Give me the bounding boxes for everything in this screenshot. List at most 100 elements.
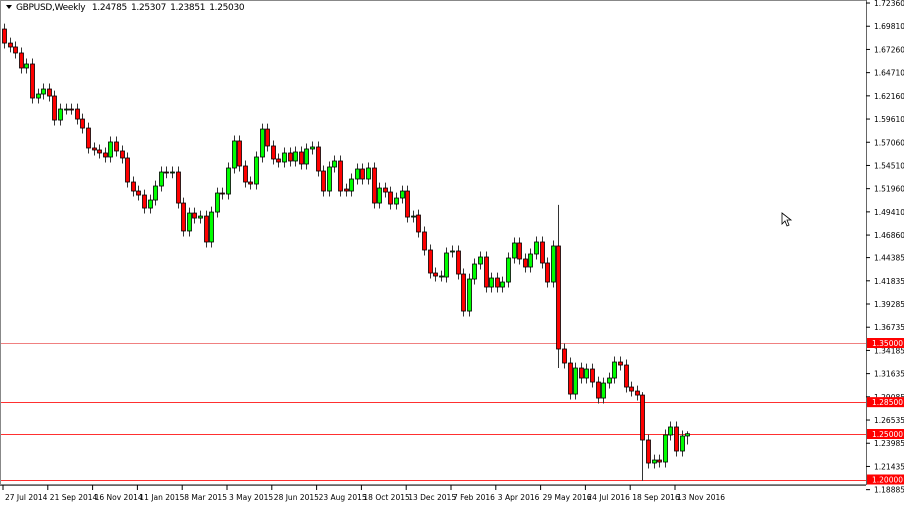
bull-candle-body: [652, 459, 657, 464]
dropdown-triangle-icon[interactable]: [6, 5, 12, 9]
bull-candle-body: [551, 245, 556, 283]
bear-candle-body: [495, 277, 500, 288]
bear-candle-body: [674, 426, 679, 452]
bear-candle-body: [47, 88, 52, 97]
time-tick-label: 11 Jan 2015: [139, 493, 184, 502]
candle: [316, 141, 321, 177]
bull-candle-body: [349, 178, 354, 192]
bear-candle-body: [657, 459, 662, 463]
candle: [125, 152, 130, 188]
time-tick-label: 18 Sep 2016: [632, 493, 680, 502]
ohlc-high: 1.25307: [130, 3, 167, 13]
time-tick-label: 21 Sep 2014: [50, 493, 98, 502]
bear-candle-body: [405, 190, 410, 218]
bull-candle-body: [450, 250, 455, 253]
bull-candle-body: [534, 241, 539, 255]
candlestick-chart[interactable]: 1.72360 1.69810 1.67260 1.64710 1.62160 1.596…: [0, 0, 904, 508]
price-tick-label: 1.46860: [874, 231, 904, 240]
bull-candle-body: [304, 148, 309, 165]
bull-candle-body: [282, 152, 287, 163]
bear-candle-body: [545, 262, 550, 283]
bull-candle-body: [394, 197, 399, 205]
bear-candle-body: [204, 215, 209, 243]
candle: [674, 421, 679, 457]
bull-candle-body: [489, 277, 494, 288]
price-tick-label: 1.64710: [874, 69, 904, 78]
bull-candle-body: [472, 263, 477, 280]
bull-candle-body: [439, 275, 444, 278]
time-tick-label: 27 Jul 2014: [5, 493, 48, 502]
price-tick-label: 1.57060: [874, 138, 904, 147]
bear-candle-body: [164, 171, 169, 174]
bear-candle-body: [484, 256, 489, 288]
bull-candle-body: [327, 166, 332, 192]
candle: [372, 162, 377, 209]
bear-candle-body: [2, 28, 7, 44]
bull-candle-body: [411, 215, 416, 218]
bear-candle-body: [624, 364, 629, 388]
time-tick-label: 23 Aug 2015: [319, 493, 367, 502]
bull-candle-body: [293, 151, 298, 162]
time-tick-label: 29 May 2016: [543, 493, 592, 502]
bear-candle-body: [517, 242, 522, 260]
bear-candle-body: [86, 127, 91, 149]
bear-candle-body: [540, 241, 545, 264]
bear-candle-body: [568, 362, 573, 395]
bull-candle-body: [680, 435, 685, 452]
bull-candle-body: [254, 156, 259, 185]
bull-candle-body: [58, 108, 63, 121]
bear-candle-body: [383, 187, 388, 193]
candle: [181, 197, 186, 237]
price-tick-label: 1.54510: [874, 161, 904, 170]
bear-candle-body: [142, 194, 147, 209]
chart-header: GBPUSD,Weekly 1.24785 1.25307 1.23851 1.250…: [6, 3, 248, 13]
bull-candle-body: [226, 167, 231, 195]
time-tick-label: 3 Apr 2016: [498, 493, 540, 502]
bear-candle-body: [456, 250, 461, 275]
plot-area: [0, 0, 867, 485]
bull-candle-body: [215, 192, 220, 213]
bear-candle-body: [388, 191, 393, 205]
bear-candle-body: [220, 192, 225, 195]
bear-candle-body: [265, 128, 270, 147]
candle: [506, 252, 511, 288]
bear-candle-body: [80, 118, 85, 129]
bear-candle-body: [52, 95, 57, 121]
bull-candle-body: [607, 377, 612, 384]
time-tick-label: 24 Jul 2016: [587, 493, 630, 502]
bull-candle-body: [198, 215, 203, 219]
price-tick-label: 1.36735: [874, 323, 904, 332]
candle: [428, 244, 433, 279]
bear-candle-body: [629, 386, 634, 392]
candle: [646, 434, 651, 469]
time-tick-label: 7 Feb 2016: [453, 493, 495, 502]
time-tick-label: 18 Oct 2015: [363, 493, 410, 502]
bull-candle-body: [153, 185, 158, 201]
price-tick-label: 1.62160: [874, 92, 904, 101]
bear-candle-body: [428, 249, 433, 274]
price-tick-label: 1.69810: [874, 22, 904, 31]
bear-candle-body: [8, 42, 13, 48]
bull-candle-body: [573, 367, 578, 395]
bear-candle-body: [69, 108, 74, 111]
symbol-timeframe: GBPUSD,Weekly: [16, 3, 86, 13]
time-tick-label: 13 Dec 2015: [408, 493, 456, 502]
ohlc-low: 1.23851: [170, 3, 206, 13]
price-tick-label: 1.18885: [874, 486, 904, 495]
bear-candle-body: [635, 390, 640, 396]
bear-candle-body: [372, 167, 377, 204]
time-tick-label: 13 Nov 2016: [677, 493, 725, 502]
candle: [467, 273, 472, 317]
bull-candle-body: [310, 146, 315, 150]
bear-candle-body: [97, 149, 102, 154]
bull-candle-body: [377, 187, 382, 204]
candle: [254, 151, 259, 190]
price-tick-label: 1.59610: [874, 115, 904, 124]
time-tick-label: 3 May 2015: [229, 493, 273, 502]
candle: [237, 135, 242, 172]
candle: [260, 123, 265, 163]
bull-candle-body: [355, 168, 360, 180]
bull-candle-body: [41, 88, 46, 95]
bull-candle-body: [685, 433, 690, 437]
price-tick-label: 1.26535: [874, 416, 904, 425]
